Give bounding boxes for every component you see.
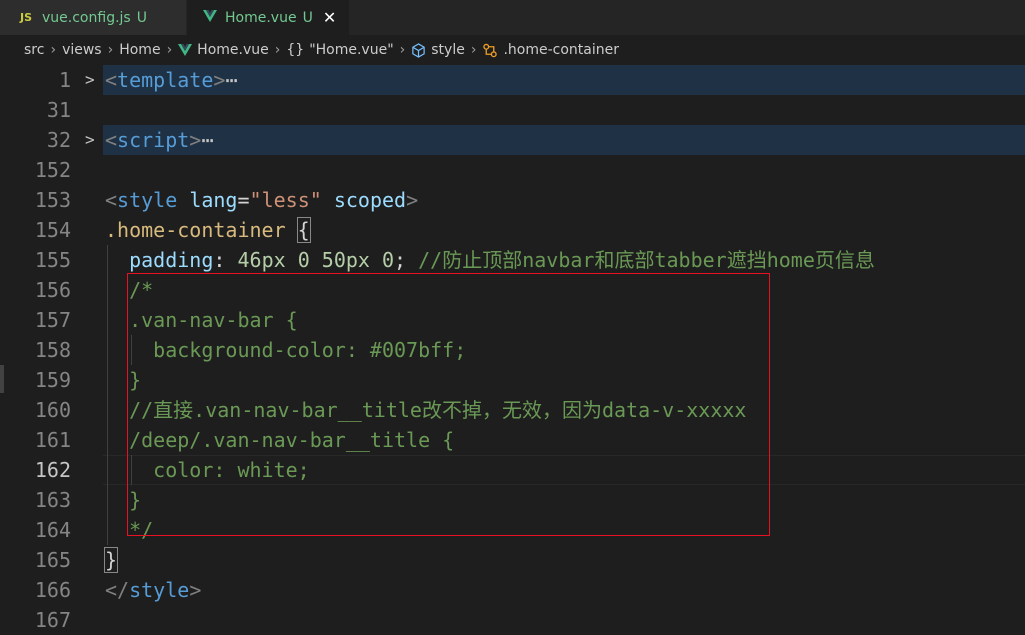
line-number: 32 <box>46 128 71 152</box>
chevron-right-icon[interactable]: > <box>85 65 99 95</box>
token: scoped <box>333 188 407 212</box>
chevron-right-icon: › <box>107 42 114 58</box>
braces-icon: {} <box>286 42 305 58</box>
line-number: 164 <box>34 518 71 542</box>
code-line: 154 .home-container { <box>0 215 1025 245</box>
line-number: 161 <box>34 428 71 452</box>
code-text: </style> <box>105 578 202 602</box>
code-line: 155 padding: 46px 0 50px 0; //防止顶部navbar… <box>0 245 1025 275</box>
class-icon <box>482 43 498 58</box>
token: } <box>103 547 119 573</box>
line-number: 162 <box>34 458 71 482</box>
tab-label: Home.vue <box>225 9 297 26</box>
line-number: 160 <box>34 398 71 422</box>
token: //防止顶部navbar和底部tabber遮挡home页信息 <box>418 248 875 272</box>
code-text: <script>⋯ <box>105 125 213 155</box>
tab-vue-config[interactable]: JS vue.config.js U <box>0 0 186 35</box>
folded-ellipsis[interactable]: ⋯ <box>201 128 213 152</box>
breadcrumb-file-label: Home.vue <box>197 42 269 58</box>
code-line: 1 > <template>⋯ <box>0 65 1025 95</box>
line-number: 156 <box>34 278 71 302</box>
chevron-right-icon: › <box>50 42 57 58</box>
breadcrumb-src[interactable]: src <box>24 42 44 58</box>
untracked-badge: U <box>302 9 313 26</box>
code-line: 165 } <box>0 545 1025 575</box>
line-number: 31 <box>46 98 71 122</box>
line-number: 1 <box>58 68 71 92</box>
token: style <box>117 188 178 212</box>
breadcrumb-module-label: "Home.vue" <box>309 42 394 58</box>
close-icon[interactable]: ✕ <box>323 8 336 27</box>
code-line: 166 </style> <box>0 575 1025 605</box>
line-number: 152 <box>34 158 71 182</box>
line-number: 163 <box>34 488 71 512</box>
breadcrumb-file[interactable]: Home.vue <box>178 42 269 58</box>
chevron-right-icon: › <box>166 42 173 58</box>
token: 46px 0 50px 0 <box>237 248 395 272</box>
line-number: 166 <box>34 578 71 602</box>
cube-icon <box>411 42 426 58</box>
tab-bar: JS vue.config.js U Home.vue U ✕ <box>0 0 1025 35</box>
breadcrumb: src › views › Home › Home.vue › {} "Home… <box>0 35 1025 65</box>
breadcrumb-home[interactable]: Home <box>119 42 160 58</box>
code-line: 167 <box>0 605 1025 635</box>
token: > <box>189 128 202 152</box>
breadcrumb-views[interactable]: views <box>62 42 102 58</box>
line-number: 167 <box>34 608 71 632</box>
line-number: 155 <box>34 248 71 272</box>
code-text: .home-container { <box>105 215 311 245</box>
chevron-right-icon: › <box>399 42 406 58</box>
token: style <box>129 578 190 602</box>
line-number: 158 <box>34 338 71 362</box>
code-text: } <box>103 545 119 575</box>
token: { <box>296 217 311 243</box>
folded-ellipsis[interactable]: ⋯ <box>225 68 237 92</box>
line-number: 154 <box>34 218 71 242</box>
token: < <box>105 68 118 92</box>
vue-icon <box>203 9 217 26</box>
untracked-badge: U <box>136 9 147 26</box>
breadcrumb-style[interactable]: style <box>411 42 465 58</box>
scrollbar-marker <box>0 365 4 393</box>
chevron-right-icon[interactable]: > <box>85 125 99 155</box>
breadcrumb-selector[interactable]: .home-container <box>482 42 619 58</box>
code-text: <template>⋯ <box>105 65 237 95</box>
chevron-right-icon: › <box>274 42 281 58</box>
token: lang <box>189 188 238 212</box>
breadcrumb-style-label: style <box>431 42 465 58</box>
line-number: 153 <box>34 188 71 212</box>
code-text: padding: 46px 0 50px 0; //防止顶部navbar和底部t… <box>129 248 875 272</box>
code-line: 152 <box>0 155 1025 185</box>
token: "less" <box>249 188 322 212</box>
code-line: 153 <style lang="less" scoped> <box>0 185 1025 215</box>
tab-home-vue[interactable]: Home.vue U ✕ <box>187 0 349 35</box>
breadcrumb-module[interactable]: {} "Home.vue" <box>286 42 393 58</box>
token: template <box>117 68 214 92</box>
token: < <box>105 128 118 152</box>
js-file-icon: JS <box>20 11 33 24</box>
code-text: <style lang="less" scoped> <box>105 188 419 212</box>
breadcrumb-selector-label: .home-container <box>503 42 619 58</box>
line-number: 165 <box>34 548 71 572</box>
token: .home-container <box>105 218 286 242</box>
code-line: 31 <box>0 95 1025 125</box>
tab-label: vue.config.js <box>42 9 131 26</box>
chevron-right-icon: › <box>470 42 477 58</box>
token: > <box>213 68 226 92</box>
annotation-highlight-box <box>127 273 770 536</box>
line-number: 157 <box>34 308 71 332</box>
vue-icon <box>178 44 193 56</box>
token: script <box>117 128 190 152</box>
line-number: 159 <box>34 368 71 392</box>
token: padding <box>129 248 214 272</box>
code-line: 32 > <script>⋯ <box>0 125 1025 155</box>
